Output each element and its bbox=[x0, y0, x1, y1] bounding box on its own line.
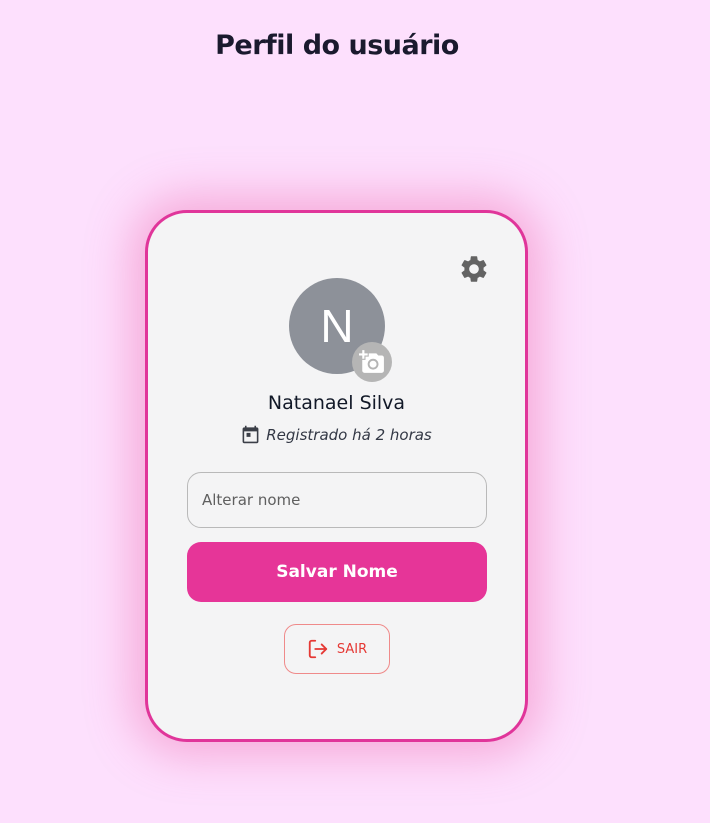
page-title: Perfil do usuário bbox=[215, 30, 459, 62]
settings-button[interactable] bbox=[456, 251, 492, 287]
user-name: Natanael Silva bbox=[267, 392, 406, 414]
calendar-icon bbox=[242, 425, 259, 444]
registered-info: Registrado há 2 horas bbox=[148, 425, 525, 444]
registered-text: Registrado há 2 horas bbox=[266, 425, 432, 444]
logout-icon bbox=[308, 639, 328, 659]
logout-label: SAIR bbox=[336, 641, 368, 657]
avatar-initial: N bbox=[320, 300, 354, 352]
camera-add-icon bbox=[359, 350, 384, 373]
name-input[interactable] bbox=[187, 472, 487, 528]
profile-card: N Natanael Silva Registrado há 2 horas S… bbox=[145, 210, 528, 742]
change-photo-button[interactable] bbox=[352, 342, 392, 382]
logout-button[interactable]: SAIR bbox=[284, 624, 390, 674]
save-name-button[interactable]: Salvar Nome bbox=[187, 542, 487, 602]
gear-icon bbox=[461, 256, 487, 282]
